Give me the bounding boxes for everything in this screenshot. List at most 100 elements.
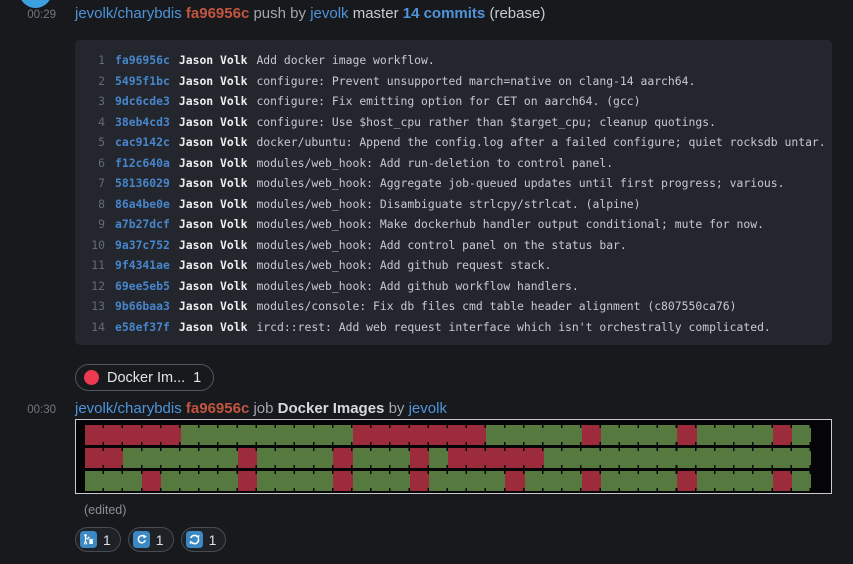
job-status-cell[interactable] [601,471,620,491]
job-status-cell[interactable] [525,448,544,468]
job-status-cell[interactable] [372,425,391,445]
job-status-cell[interactable] [257,448,276,468]
job-status-cell[interactable] [219,448,238,468]
job-status-cell[interactable] [620,425,639,445]
job-status-cell[interactable] [735,471,754,491]
job-status-cell[interactable] [85,425,104,445]
job-status-cell[interactable] [85,448,104,468]
job-status-cell[interactable] [200,471,219,491]
commit-hash-link[interactable]: 9b66baa3 [115,296,170,317]
job-status-cell[interactable] [295,471,314,491]
reaction-refresh[interactable]: 1 [181,527,227,552]
user-link[interactable]: jevolk [409,400,447,417]
job-status-cell[interactable] [238,448,257,468]
commit-hash-link[interactable]: fa96956c [115,50,170,71]
job-status-cell[interactable] [716,425,735,445]
job-status-cell[interactable] [391,425,410,445]
job-status-cell[interactable] [601,425,620,445]
job-status-cell[interactable] [639,448,658,468]
repo-link[interactable]: jevolk/charybdis [75,400,182,417]
job-status-cell[interactable] [410,448,429,468]
commit-hash-link[interactable]: 58136029 [115,173,170,194]
job-status-cell[interactable] [754,471,773,491]
job-status-cell[interactable] [620,471,639,491]
thread-button[interactable]: Docker Im... 1 [75,364,214,391]
job-status-cell[interactable] [161,471,180,491]
job-status-cell[interactable] [123,471,142,491]
job-status-cell[interactable] [219,425,238,445]
commits-count-link[interactable]: 14 commits [403,5,486,22]
reaction-litter[interactable]: 1 [75,527,121,552]
job-status-cell[interactable] [525,471,544,491]
job-status-cell[interactable] [639,425,658,445]
avatar[interactable] [19,0,52,8]
job-status-cell[interactable] [467,425,486,445]
job-status-cell[interactable] [658,448,677,468]
job-status-cell[interactable] [314,471,333,491]
job-status-cell[interactable] [697,471,716,491]
job-status-cell[interactable] [276,448,295,468]
commit-hash-link[interactable]: 38eb4cd3 [115,112,170,133]
job-status-cell[interactable] [792,448,811,468]
commit-hash-link[interactable]: 9dc6cde3 [115,91,170,112]
commit-hash-link[interactable]: cac9142c [115,132,170,153]
commit-hash-link[interactable]: e58ef37f [115,317,170,338]
job-status-cell[interactable] [333,471,352,491]
job-status-cell[interactable] [276,471,295,491]
job-status-cell[interactable] [697,425,716,445]
commit-hash-link[interactable]: 86a4be0e [115,194,170,215]
job-status-cell[interactable] [104,471,123,491]
job-status-cell[interactable] [333,425,352,445]
commit-hash-link[interactable]: a7b27dcf [115,214,170,235]
job-status-cell[interactable] [677,448,696,468]
job-status-cell[interactable] [181,448,200,468]
job-status-cell[interactable] [257,425,276,445]
job-status-cell[interactable] [792,471,811,491]
job-status-cell[interactable] [314,425,333,445]
job-status-cell[interactable] [754,425,773,445]
job-status-cell[interactable] [677,471,696,491]
job-status-cell[interactable] [391,471,410,491]
job-status-cell[interactable] [200,425,219,445]
job-status-cell[interactable] [639,471,658,491]
commit-hash-link[interactable]: 9a37c752 [115,235,170,256]
job-status-cell[interactable] [563,471,582,491]
job-status-cell[interactable] [429,471,448,491]
job-status-cell[interactable] [544,471,563,491]
job-status-cell[interactable] [792,425,811,445]
job-status-cell[interactable] [505,425,524,445]
job-status-cell[interactable] [754,448,773,468]
job-status-cell[interactable] [295,448,314,468]
repo-link[interactable]: jevolk/charybdis [75,5,182,22]
user-link[interactable]: jevolk [310,5,348,22]
job-status-cell[interactable] [677,425,696,445]
job-status-cell[interactable] [716,471,735,491]
commit-hash-link[interactable]: 5495f1bc [115,71,170,92]
commit-hash-link[interactable]: f12c640a [115,153,170,174]
job-status-cell[interactable] [735,448,754,468]
job-status-cell[interactable] [735,425,754,445]
job-status-cell[interactable] [123,448,142,468]
job-status-cell[interactable] [601,448,620,468]
job-status-cell[interactable] [563,448,582,468]
job-status-cell[interactable] [448,448,467,468]
job-status-cell[interactable] [429,425,448,445]
job-status-cell[interactable] [486,448,505,468]
job-status-cell[interactable] [314,448,333,468]
job-status-cell[interactable] [333,448,352,468]
job-status-cell[interactable] [353,448,372,468]
job-status-cell[interactable] [544,425,563,445]
job-status-cell[interactable] [525,425,544,445]
job-status-cell[interactable] [85,471,104,491]
job-status-cell[interactable] [142,471,161,491]
job-status-cell[interactable] [353,425,372,445]
job-status-cell[interactable] [161,448,180,468]
job-status-cell[interactable] [161,425,180,445]
job-status-cell[interactable] [142,448,161,468]
job-status-cell[interactable] [716,448,735,468]
job-status-cell[interactable] [773,448,792,468]
job-status-cell[interactable] [467,448,486,468]
job-status-cell[interactable] [219,471,238,491]
job-status-cell[interactable] [276,425,295,445]
job-status-cell[interactable] [429,448,448,468]
